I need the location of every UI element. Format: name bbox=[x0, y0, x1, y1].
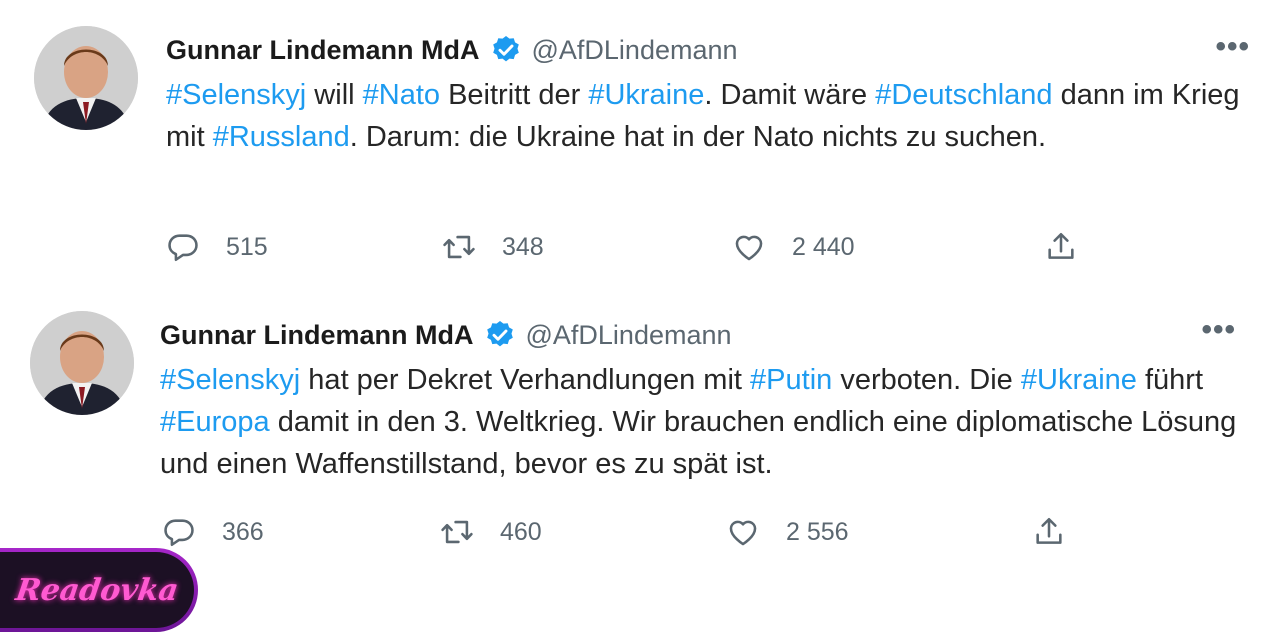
tweet-text-segment: hat per Dekret Verhandlungen mit bbox=[300, 364, 751, 396]
reply-count: 366 bbox=[222, 517, 264, 546]
tweet-text-segment: . Damit wäre bbox=[704, 79, 876, 111]
author-name[interactable]: Gunnar Lindemann MdA bbox=[166, 35, 480, 66]
watermark-logo: Readovka bbox=[0, 548, 198, 632]
like-button[interactable]: 2 556 bbox=[726, 515, 849, 549]
reply-icon bbox=[164, 519, 194, 547]
verified-badge-icon bbox=[486, 321, 513, 347]
tweet-text-segment: Beitritt der bbox=[440, 79, 589, 111]
hashtag-link[interactable]: #Europa bbox=[160, 406, 270, 438]
verified-badge-icon bbox=[492, 36, 519, 62]
tweet-header: Gunnar Lindemann MdA @AfDLindemann bbox=[160, 315, 732, 355]
retweet-count: 460 bbox=[500, 517, 542, 546]
retweet-button[interactable]: 460 bbox=[440, 515, 542, 549]
tweet-text-segment: . Darum: die Ukraine hat in der Nato nic… bbox=[349, 121, 1047, 153]
tweet-header: Gunnar Lindemann MdA @AfDLindemann bbox=[166, 30, 738, 70]
like-icon bbox=[735, 235, 763, 261]
author-handle[interactable]: @AfDLindemann bbox=[532, 35, 738, 66]
reply-count: 515 bbox=[226, 232, 268, 261]
tweet-text-segment: verboten. Die bbox=[832, 364, 1021, 396]
more-options-icon[interactable]: ••• bbox=[1201, 315, 1236, 345]
tweet-text-segment: will bbox=[306, 79, 363, 111]
author-name[interactable]: Gunnar Lindemann MdA bbox=[160, 320, 474, 351]
tweet-actions: 366 460 2 556 bbox=[0, 515, 1280, 555]
hashtag-link[interactable]: #Russland bbox=[213, 121, 350, 153]
more-options-icon[interactable]: ••• bbox=[1215, 32, 1250, 62]
author-handle[interactable]: @AfDLindemann bbox=[526, 320, 732, 351]
tweet-text: #Selenskyj will #Nato Beitritt der #Ukra… bbox=[166, 74, 1256, 158]
avatar-portrait-icon bbox=[34, 26, 138, 130]
retweet-button[interactable]: 348 bbox=[442, 230, 544, 264]
hashtag-link[interactable]: #Putin bbox=[750, 364, 832, 396]
share-button[interactable] bbox=[1044, 230, 1104, 264]
retweet-icon bbox=[443, 235, 475, 259]
share-icon bbox=[1048, 232, 1074, 259]
tweet-actions: 515 348 2 440 bbox=[0, 230, 1280, 270]
like-icon bbox=[729, 520, 757, 546]
avatar-portrait-icon bbox=[30, 311, 134, 415]
hashtag-link[interactable]: #Selenskyj bbox=[166, 79, 306, 111]
tweet-text: #Selenskyj hat per Dekret Verhandlungen … bbox=[160, 359, 1260, 485]
hashtag-link[interactable]: #Selenskyj bbox=[160, 364, 300, 396]
reply-icon bbox=[168, 234, 198, 262]
hashtag-link[interactable]: #Nato bbox=[363, 79, 440, 111]
hashtag-link[interactable]: #Ukraine bbox=[588, 79, 704, 111]
hashtag-link[interactable]: #Deutschland bbox=[875, 79, 1052, 111]
share-button[interactable] bbox=[1032, 515, 1092, 549]
watermark-text: Readovka bbox=[13, 572, 181, 608]
share-icon bbox=[1036, 517, 1062, 544]
hashtag-link[interactable]: #Ukraine bbox=[1021, 364, 1137, 396]
watermark-logo-inner: Readovka bbox=[0, 552, 194, 628]
avatar[interactable] bbox=[34, 26, 138, 130]
tweet-text-segment: führt bbox=[1136, 364, 1204, 396]
retweet-icon bbox=[441, 520, 473, 544]
avatar[interactable] bbox=[30, 311, 134, 415]
reply-button[interactable]: 515 bbox=[166, 230, 268, 264]
tweet-text-segment: damit in den 3. Weltkrieg. Wir brauchen … bbox=[160, 406, 1237, 480]
reply-button[interactable]: 366 bbox=[162, 515, 264, 549]
retweet-count: 348 bbox=[502, 232, 544, 261]
like-count: 2 440 bbox=[792, 232, 855, 261]
like-count: 2 556 bbox=[786, 517, 849, 546]
like-button[interactable]: 2 440 bbox=[732, 230, 855, 264]
